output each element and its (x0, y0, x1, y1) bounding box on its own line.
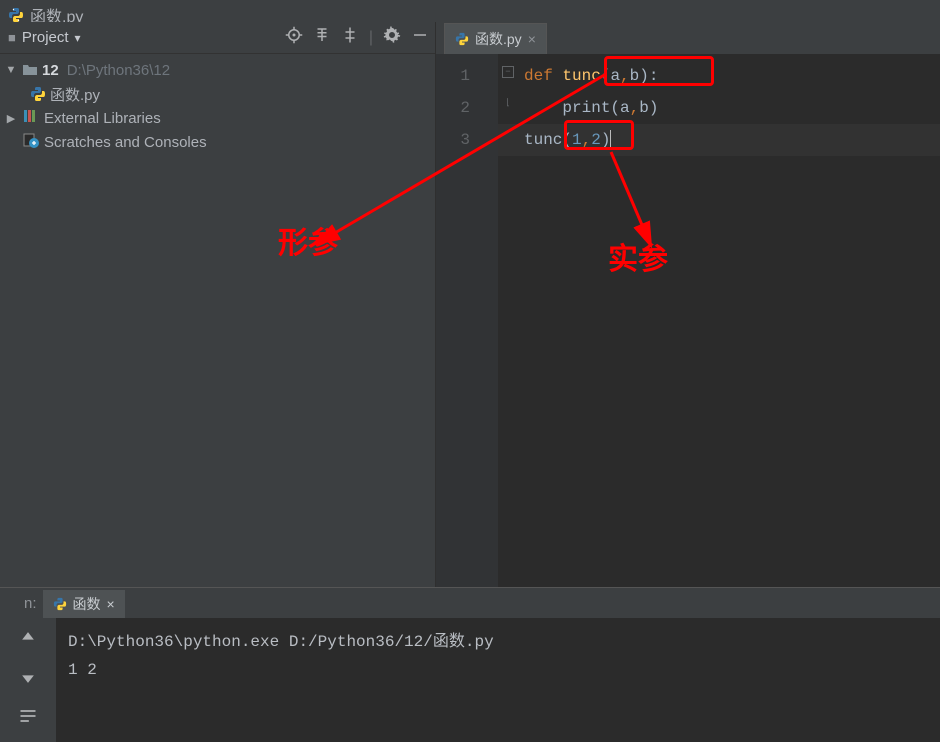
close-icon[interactable]: × (107, 596, 115, 612)
code-area[interactable]: 1 2 3 − ⌊ def tunc(a,b): print(a,b) tunc… (436, 54, 940, 587)
editor-tab-bar: 函数.py × (436, 22, 940, 54)
code-lines[interactable]: def tunc(a,b): print(a,b) tunc(1,2) (498, 54, 940, 587)
target-icon[interactable] (285, 26, 303, 49)
project-vertical-label: ■ (8, 30, 16, 45)
python-icon (30, 86, 46, 102)
scroll-up-icon[interactable] (18, 628, 38, 653)
scratches-label: Scratches and Consoles (44, 134, 207, 151)
run-panel: n: 函数 × D:\Python36\python.exe D:/Python… (0, 587, 940, 741)
collapse-all-icon[interactable] (341, 26, 359, 49)
project-label[interactable]: Project (22, 29, 69, 46)
folder-icon (22, 62, 38, 78)
hide-icon[interactable] (411, 26, 429, 49)
editor-panel: 函数.py × 1 2 3 − ⌊ def tunc(a,b): print(a… (436, 22, 940, 587)
tree-root-folder[interactable]: ▼ 12 D:\Python36\12 (0, 58, 435, 82)
run-tab-label: 函数 (73, 594, 101, 614)
gutter: 1 2 3 (436, 54, 498, 587)
library-icon (22, 107, 40, 129)
project-panel: ■ Project | ▼ 12 D:\Python36\12 (0, 22, 436, 587)
run-prefix: n: (24, 595, 37, 612)
code-line-2[interactable]: print(a,b) (524, 92, 940, 124)
console-result: 1 2 (68, 656, 928, 684)
project-dropdown-icon[interactable] (75, 29, 81, 46)
python-icon (53, 597, 67, 611)
run-tab-bar: n: 函数 × (0, 588, 940, 618)
console-output[interactable]: D:\Python36\python.exe D:/Python36/12/函数… (56, 618, 940, 742)
run-toolbar (0, 618, 56, 742)
tree-root-name: 12 (42, 62, 59, 79)
tree-scratches[interactable]: ▶ Scratches and Consoles (0, 130, 435, 154)
chevron-right-icon[interactable]: ▶ (4, 112, 18, 125)
gear-icon[interactable] (383, 26, 401, 49)
tree-file-item[interactable]: 函数.py (0, 82, 435, 106)
expand-all-icon[interactable] (313, 26, 331, 49)
external-libs-label: External Libraries (44, 110, 161, 127)
project-header: ■ Project | (0, 22, 435, 54)
line-number: 2 (436, 92, 498, 124)
close-icon[interactable]: × (528, 31, 536, 47)
project-tree: ▼ 12 D:\Python36\12 函数.py ▶ External Lib… (0, 54, 435, 158)
python-icon (8, 7, 24, 23)
console-command: D:\Python36\python.exe D:/Python36/12/函数… (68, 628, 928, 656)
editor-tab-label: 函数.py (475, 29, 522, 49)
scratches-icon (22, 131, 40, 153)
tree-external-libs[interactable]: ▶ External Libraries (0, 106, 435, 130)
editor-tab[interactable]: 函数.py × (444, 23, 547, 54)
run-tab[interactable]: 函数 × (43, 590, 125, 618)
code-line-1[interactable]: def tunc(a,b): (524, 60, 940, 92)
line-number: 3 (436, 124, 498, 156)
chevron-down-icon[interactable]: ▼ (4, 64, 18, 76)
line-number: 1 (436, 60, 498, 92)
tree-root-path: D:\Python36\12 (67, 62, 170, 79)
soft-wrap-icon[interactable] (18, 706, 38, 731)
scroll-down-icon[interactable] (18, 667, 38, 692)
tree-file-name: 函数.py (50, 84, 100, 105)
python-icon (455, 32, 469, 46)
